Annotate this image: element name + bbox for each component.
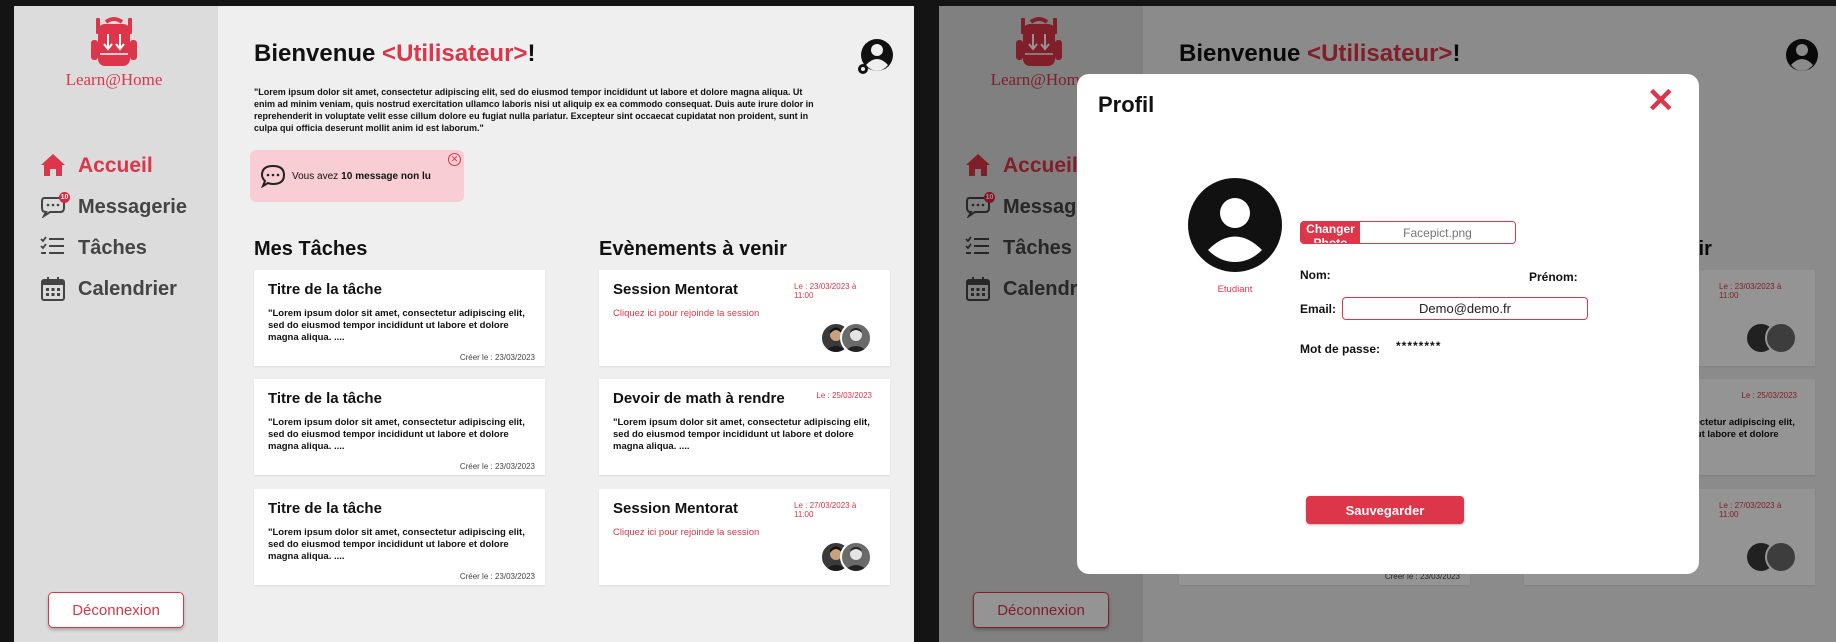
task-title: Titre de la tâche — [268, 500, 382, 517]
join-session-link[interactable]: Cliquez ici pour rejoinde la session — [613, 308, 759, 319]
password-label: Mot de passe: — [1300, 342, 1381, 356]
task-title: Titre de la tâche — [268, 390, 382, 407]
close-icon[interactable]: ✕ — [1647, 84, 1676, 118]
notification-text: Vous avez 10 message non lu — [292, 171, 431, 182]
sidebar-item-taches[interactable]: Tâches — [40, 228, 218, 268]
welcome-suffix: ! — [527, 40, 536, 67]
event-text: "Lorem ipsum dolor sit amet, consectetur… — [613, 417, 870, 452]
page-title: Bienvenue <Utilisateur>! — [254, 40, 535, 68]
calendar-icon — [40, 276, 70, 302]
sidebar: Learn@Home Accueil 10 Messagerie Tâches … — [14, 6, 218, 642]
task-card[interactable]: Titre de la tâche "Lorem ipsum dolor sit… — [254, 270, 545, 366]
user-settings-avatar[interactable] — [856, 38, 894, 76]
intro-text: "Lorem ipsum dolor sit amet, consectetur… — [254, 87, 814, 133]
sidebar-item-messagerie[interactable]: 10 Messagerie — [40, 187, 218, 227]
change-photo-button[interactable]: Changer Photo — [1301, 222, 1360, 243]
event-date: Le : 23/03/2023 à 11:00 — [794, 282, 857, 300]
checklist-icon — [40, 235, 70, 261]
sidebar-item-accueil[interactable]: Accueil — [40, 146, 218, 186]
event-title: Session Mentorat — [613, 281, 739, 298]
avatar — [840, 541, 872, 573]
sidebar-nav: Accueil 10 Messagerie Tâches Calendrier — [40, 146, 218, 310]
tasks-title: Mes Tâches — [254, 238, 368, 260]
task-card[interactable]: Titre de la tâche "Lorem ipsum dolor sit… — [254, 489, 545, 585]
event-date: Le : 25/03/2023 — [816, 391, 872, 400]
app-logo[interactable]: Learn@Home — [49, 16, 179, 90]
unread-notification[interactable]: Vous avez 10 message non lu ✕ — [250, 150, 464, 202]
prenom-label: Prénom: — [1529, 270, 1578, 284]
sidebar-item-calendrier[interactable]: Calendrier — [40, 269, 218, 309]
profile-picture-icon — [1188, 178, 1282, 272]
task-date: Créer le : 23/03/2023 — [459, 572, 535, 581]
main-content: Bienvenue <Utilisateur>! "Lorem ipsum do… — [218, 6, 914, 642]
events-title: Evènements à venir — [599, 238, 787, 260]
join-session-link[interactable]: Cliquez ici pour rejoinde la session — [613, 527, 759, 538]
profile-modal-screen: Learn@Home Accueil 10 Messagerie Tâches … — [939, 6, 1836, 642]
welcome-user: <Utilisateur> — [382, 40, 528, 67]
chat-icon — [260, 164, 286, 188]
photo-file-field[interactable] — [1360, 222, 1515, 243]
event-card[interactable]: Session Mentorat Le : 27/03/2023 à 11:00… — [599, 489, 890, 585]
task-date: Créer le : 23/03/2023 — [459, 462, 535, 471]
task-date: Créer le : 23/03/2023 — [459, 353, 535, 362]
participants — [820, 322, 872, 354]
role-label: Etudiant — [1217, 284, 1253, 295]
sidebar-item-label: Calendrier — [78, 277, 177, 300]
task-title: Titre de la tâche — [268, 281, 382, 298]
sidebar-item-label: Tâches — [78, 236, 147, 259]
task-text: "Lorem ipsum dolor sit amet, consectetur… — [268, 527, 525, 562]
task-card[interactable]: Titre de la tâche "Lorem ipsum dolor sit… — [254, 379, 545, 475]
notification-suffix: message non lu — [355, 170, 431, 182]
logout-button[interactable]: Déconnexion — [48, 592, 184, 628]
event-card[interactable]: Session Mentorat Le : 23/03/2023 à 11:00… — [599, 270, 890, 366]
email-field[interactable] — [1342, 297, 1588, 320]
dashboard-screen: Learn@Home Accueil 10 Messagerie Tâches … — [14, 6, 914, 642]
event-title: Session Mentorat — [613, 500, 739, 517]
task-text: "Lorem ipsum dolor sit amet, consectetur… — [268, 417, 525, 452]
email-label: Email: — [1300, 302, 1337, 316]
notification-prefix: Vous avez — [292, 170, 339, 182]
nom-label: Nom: — [1300, 268, 1331, 282]
notification-count: 10 — [341, 170, 353, 182]
sidebar-item-label: Accueil — [78, 154, 153, 177]
avatar — [840, 322, 872, 354]
photo-upload: Changer Photo — [1300, 221, 1516, 244]
close-icon[interactable]: ✕ — [448, 153, 461, 166]
modal-title: Profil — [1098, 92, 1155, 117]
sidebar-item-label: Messagerie — [78, 195, 187, 218]
save-button[interactable]: Sauvegarder — [1306, 496, 1464, 524]
unread-badge: 10 — [59, 192, 70, 203]
backpack-icon — [91, 17, 137, 66]
chat-icon: 10 — [40, 192, 70, 220]
participants — [820, 541, 872, 573]
profile-modal: Profil ✕ Etudiant Changer Photo Nom: Pré… — [1077, 74, 1699, 574]
event-date: Le : 27/03/2023 à 11:00 — [794, 501, 857, 519]
user-gear-icon — [858, 39, 893, 74]
logo-text: Learn@Home — [65, 70, 163, 89]
welcome-prefix: Bienvenue — [254, 40, 383, 67]
event-title: Devoir de math à rendre — [613, 390, 785, 407]
password-value[interactable]: ******** — [1396, 339, 1441, 353]
event-card[interactable]: Devoir de math à rendre Le : 25/03/2023 … — [599, 379, 890, 475]
home-icon — [40, 153, 70, 179]
task-text: "Lorem ipsum dolor sit amet, consectetur… — [268, 308, 525, 343]
